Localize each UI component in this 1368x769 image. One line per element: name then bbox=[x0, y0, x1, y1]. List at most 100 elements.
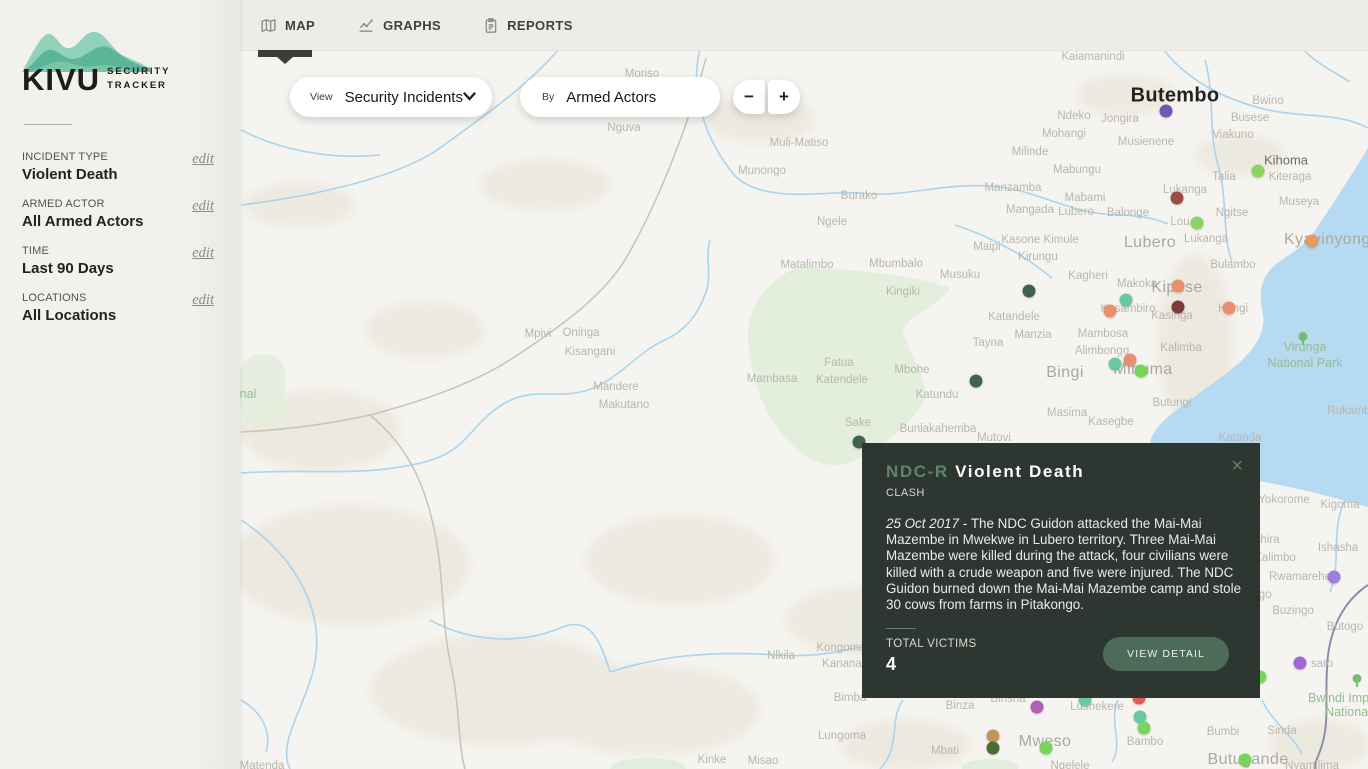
map-place-label: Sinda bbox=[1267, 725, 1296, 737]
map-place-label: Ndeko bbox=[1057, 110, 1090, 122]
map-place-label: Misao bbox=[748, 755, 779, 767]
map-place-label: Kalimbo bbox=[1254, 552, 1296, 564]
incident-marker[interactable] bbox=[970, 375, 983, 388]
incident-marker[interactable] bbox=[1172, 301, 1185, 314]
incident-marker[interactable] bbox=[1120, 294, 1133, 307]
map-place-label: Lukanga bbox=[1163, 184, 1207, 196]
filter-value: All Armed Actors bbox=[22, 213, 143, 230]
map-place-label: Tayna bbox=[973, 337, 1004, 349]
tab-reports[interactable]: REPORTS bbox=[483, 17, 573, 34]
map-place-label: saro bbox=[1311, 658, 1333, 670]
map-place-label: Museya bbox=[1279, 196, 1319, 208]
zoom-out-button[interactable]: − bbox=[733, 80, 765, 114]
filter-locations: LOCATIONS All Locations edit bbox=[0, 292, 240, 324]
popup-divider bbox=[886, 628, 916, 629]
map-place-label: Bulambo bbox=[1210, 259, 1255, 271]
edit-armed-actor-link[interactable]: edit bbox=[192, 198, 214, 215]
popup-description: 25 Oct 2017 - The NDC Guidon attacked th… bbox=[886, 516, 1242, 613]
map-place-label: Mbati bbox=[931, 745, 959, 757]
map-place-label: hira bbox=[1260, 534, 1279, 546]
map-place-label: Binza bbox=[946, 700, 975, 712]
brand-subtitle: SECURITY TRACKER bbox=[107, 65, 170, 93]
incident-marker[interactable] bbox=[1135, 365, 1148, 378]
popup-title: NDC-R Violent Death bbox=[886, 462, 1236, 482]
filter-value: Last 90 Days bbox=[22, 260, 114, 277]
view-detail-button[interactable]: VIEW DETAIL bbox=[1103, 637, 1229, 671]
map-place-label: Lubero bbox=[1124, 234, 1176, 252]
view-value: Security Incidents bbox=[345, 89, 463, 106]
incident-marker[interactable] bbox=[1294, 657, 1307, 670]
map-place-label: National Park bbox=[1267, 356, 1342, 370]
map-place-label: Katandele bbox=[988, 311, 1040, 323]
map-place-label: Lou bbox=[1170, 216, 1189, 228]
incident-popup: × NDC-R Violent Death CLASH 25 Oct 2017 … bbox=[862, 443, 1260, 698]
reports-icon bbox=[483, 17, 499, 34]
incident-marker[interactable] bbox=[1138, 722, 1151, 735]
map-place-label: Katundu bbox=[916, 389, 959, 401]
close-icon[interactable]: × bbox=[1231, 456, 1243, 476]
map-place-label: Busese bbox=[1231, 112, 1269, 124]
map-place-label: Jongira bbox=[1101, 113, 1139, 125]
map-place-label: Manzia bbox=[1014, 329, 1051, 341]
map-place-label: Ngele bbox=[817, 216, 847, 228]
map-place-label: Musuku bbox=[940, 269, 980, 281]
top-navigation: MAP GRAPHS REPORTS bbox=[240, 0, 1368, 51]
map-place-label: Nyamilima bbox=[1285, 760, 1339, 769]
map-place-label: Fatua bbox=[824, 357, 853, 369]
incident-marker[interactable] bbox=[1191, 217, 1204, 230]
map-place-label: Mohangi bbox=[1042, 128, 1086, 140]
park-tree-icon bbox=[1352, 674, 1363, 692]
map-place-label: Talia bbox=[1212, 171, 1236, 183]
map-place-label: Mangada bbox=[1006, 204, 1054, 216]
map-place-label: Kyavinyonge bbox=[1284, 231, 1368, 249]
map-place-label: Masima bbox=[1047, 407, 1087, 419]
map-place-label: Yokorome bbox=[1258, 494, 1309, 506]
popup-date: 25 Oct 2017 - bbox=[886, 516, 971, 531]
incident-marker[interactable] bbox=[1328, 571, 1341, 584]
tab-graphs[interactable]: GRAPHS bbox=[357, 17, 441, 34]
graphs-icon bbox=[357, 17, 375, 34]
map-place-label: Maipi bbox=[973, 241, 1000, 253]
filter-label: TIME bbox=[22, 245, 114, 257]
map-place-label: Sake bbox=[845, 417, 871, 429]
map-place-label: Buzingo bbox=[1272, 605, 1314, 617]
map-place-label: Makutano bbox=[599, 399, 650, 411]
map-place-label: Kasone Kimule bbox=[1001, 234, 1078, 246]
edit-locations-link[interactable]: edit bbox=[192, 292, 214, 309]
incident-marker[interactable] bbox=[1124, 354, 1137, 367]
incident-marker[interactable] bbox=[1109, 358, 1122, 371]
map-place-label: Mambasa bbox=[747, 373, 798, 385]
edit-incident-type-link[interactable]: edit bbox=[192, 151, 214, 168]
map-place-label: Mambosa bbox=[1078, 328, 1129, 340]
by-value: Armed Actors bbox=[566, 89, 704, 106]
map-place-label: Rukambu bbox=[1327, 405, 1368, 417]
incident-marker[interactable] bbox=[1252, 165, 1265, 178]
incident-marker[interactable] bbox=[1160, 105, 1173, 118]
incident-marker[interactable] bbox=[1104, 305, 1117, 318]
incident-marker[interactable] bbox=[1040, 742, 1053, 755]
incident-marker[interactable] bbox=[1172, 280, 1185, 293]
map-place-label: Butungi bbox=[1152, 397, 1191, 409]
map-place-label: Buniakahemba bbox=[900, 423, 977, 435]
map-place-label: Kinke bbox=[698, 754, 727, 766]
incident-marker[interactable] bbox=[1223, 302, 1236, 315]
incident-marker[interactable] bbox=[1031, 701, 1044, 714]
map-place-label: Mbohe bbox=[894, 364, 929, 376]
map-place-label: Oninga bbox=[562, 327, 599, 339]
map-place-label: Lukanga bbox=[1184, 233, 1228, 245]
map-place-label: Kigoma bbox=[1321, 499, 1360, 511]
map-place-label: Bumbi bbox=[1207, 726, 1240, 738]
park-tree-icon bbox=[1298, 332, 1309, 350]
incident-marker[interactable] bbox=[1239, 754, 1252, 767]
incident-marker[interactable] bbox=[1306, 235, 1319, 248]
incident-marker[interactable] bbox=[987, 742, 1000, 755]
incident-marker[interactable] bbox=[1171, 192, 1184, 205]
edit-time-link[interactable]: edit bbox=[192, 245, 214, 262]
filter-value: Violent Death bbox=[22, 166, 118, 183]
view-select[interactable]: View Security Incidents bbox=[290, 77, 492, 117]
map-place-label: Mandere bbox=[593, 381, 638, 393]
by-select[interactable]: By Armed Actors bbox=[520, 77, 720, 117]
map-place-label: Kalimba bbox=[1160, 342, 1202, 354]
incident-marker[interactable] bbox=[1023, 285, 1036, 298]
tab-map[interactable]: MAP bbox=[260, 17, 315, 34]
